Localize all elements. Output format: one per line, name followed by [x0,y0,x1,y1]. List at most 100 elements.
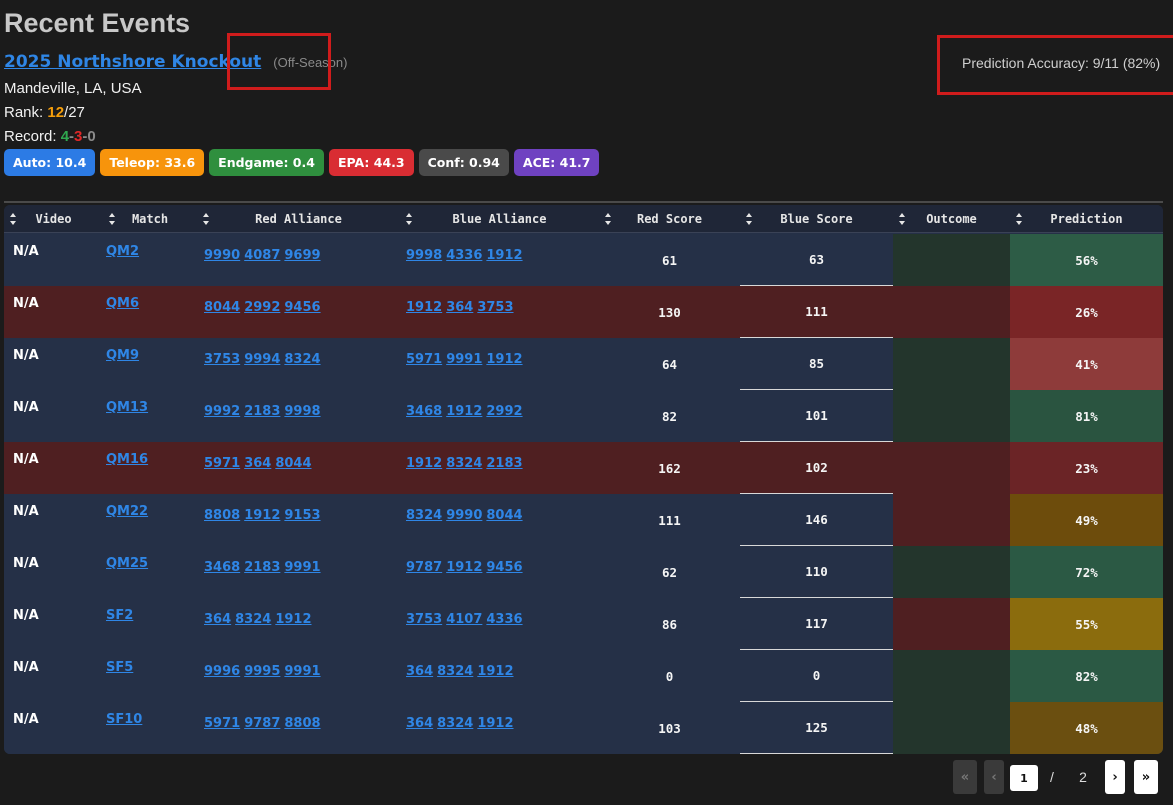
team-link[interactable]: 9456 [284,300,320,315]
team-link[interactable]: 8324 [446,456,482,471]
team-link[interactable]: 9995 [244,664,280,679]
blue-alliance-cell: 364 8324 1912 [406,712,596,754]
team-link[interactable]: 8324 [437,664,473,679]
team-link[interactable]: 9998 [406,248,442,263]
team-link[interactable]: 1912 [446,560,482,575]
team-link[interactable]: 8044 [486,508,522,523]
red-score-cell: 103 [599,702,740,754]
outcome-cell [893,494,1010,546]
team-link[interactable]: 9699 [284,248,320,263]
team-link[interactable]: 1912 [275,612,311,627]
team-link[interactable]: 1912 [477,664,513,679]
event-link[interactable]: 2025 Northshore Knockout [4,52,261,72]
team-link[interactable]: 2183 [244,560,280,575]
header-video[interactable]: Video [4,205,103,233]
team-link[interactable]: 4336 [446,248,482,263]
team-link[interactable]: 5971 [204,716,240,731]
team-link[interactable]: 364 [406,716,433,731]
blue-score-cell: 125 [740,702,893,754]
match-link[interactable]: QM9 [106,348,186,366]
team-link[interactable]: 8324 [406,508,442,523]
next-page-button[interactable]: › [1105,760,1125,794]
header-blue-score[interactable]: Blue Score [740,205,893,233]
team-link[interactable]: 9787 [406,560,442,575]
team-link[interactable]: 1912 [477,716,513,731]
match-link[interactable]: QM2 [106,244,186,262]
team-link[interactable]: 1912 [446,404,482,419]
team-link[interactable]: 4107 [446,612,482,627]
team-link[interactable]: 9991 [284,560,320,575]
team-link[interactable]: 9992 [204,404,240,419]
team-link[interactable]: 8324 [235,612,271,627]
prediction-cell: 26% [1010,286,1163,338]
first-page-button[interactable]: « [953,760,977,794]
team-link[interactable]: 8324 [437,716,473,731]
team-link[interactable]: 364 [446,300,473,315]
last-page-button[interactable]: » [1134,760,1158,794]
team-link[interactable]: 9990 [204,248,240,263]
team-link[interactable]: 9787 [244,716,280,731]
teleop-badge: Teleop: 33.6 [100,149,205,176]
match-link[interactable]: QM25 [106,556,186,574]
team-link[interactable]: 1912 [406,456,442,471]
team-link[interactable]: 4087 [244,248,280,263]
rank-total: /27 [64,104,85,121]
team-link[interactable]: 1912 [486,352,522,367]
team-link[interactable]: 2183 [486,456,522,471]
team-link[interactable]: 9998 [284,404,320,419]
match-link[interactable]: SF5 [106,660,186,678]
header-prediction[interactable]: Prediction [1010,205,1163,233]
team-link[interactable]: 5971 [204,456,240,471]
page-input[interactable]: 1 [1010,765,1038,791]
team-link[interactable]: 9991 [446,352,482,367]
header-outcome[interactable]: Outcome [893,205,1010,233]
team-link[interactable]: 1912 [406,300,442,315]
record-wins: 4 [60,128,70,145]
team-link[interactable]: 5971 [406,352,442,367]
team-link[interactable]: 8808 [284,716,320,731]
ace-badge: ACE: 41.7 [513,149,600,176]
header-red-score[interactable]: Red Score [599,205,740,233]
double-chevron-right-icon: » [1141,769,1151,785]
header-blue-alliance[interactable]: Blue Alliance [400,205,599,233]
team-link[interactable]: 9456 [486,560,522,575]
outcome-cell [893,338,1010,390]
team-link[interactable]: 3468 [406,404,442,419]
team-link[interactable]: 9996 [204,664,240,679]
team-link[interactable]: 9153 [284,508,320,523]
team-link[interactable]: 9990 [446,508,482,523]
match-link[interactable]: QM13 [106,400,186,418]
team-link[interactable]: 2183 [244,404,280,419]
team-link[interactable]: 2992 [244,300,280,315]
team-link[interactable]: 8044 [275,456,311,471]
header-match[interactable]: Match [103,205,197,233]
event-rank: Rank: 12/27 [4,104,85,121]
match-link[interactable]: SF2 [106,608,186,626]
team-link[interactable]: 364 [244,456,271,471]
prediction-cell: 55% [1010,598,1163,650]
match-link[interactable]: QM6 [106,296,186,314]
team-link[interactable]: 9994 [244,352,280,367]
team-link[interactable]: 8044 [204,300,240,315]
header-red-alliance[interactable]: Red Alliance [197,205,400,233]
team-link[interactable]: 3753 [406,612,442,627]
team-link[interactable]: 364 [406,664,433,679]
team-link[interactable]: 3753 [204,352,240,367]
team-link[interactable]: 1912 [486,248,522,263]
match-link[interactable]: QM16 [106,452,186,470]
team-link[interactable]: 8808 [204,508,240,523]
match-link[interactable]: SF10 [106,712,186,730]
sort-icon [899,212,906,225]
team-link[interactable]: 1912 [244,508,280,523]
team-link[interactable]: 3753 [477,300,513,315]
team-link[interactable]: 9991 [284,664,320,679]
team-link[interactable]: 8324 [284,352,320,367]
team-link[interactable]: 2992 [486,404,522,419]
match-link[interactable]: QM22 [106,504,186,522]
prediction-cell: 49% [1010,494,1163,546]
prev-page-button[interactable]: ‹ [984,760,1004,794]
red-score-cell: 61 [599,234,740,286]
team-link[interactable]: 364 [204,612,231,627]
team-link[interactable]: 4336 [486,612,522,627]
team-link[interactable]: 3468 [204,560,240,575]
